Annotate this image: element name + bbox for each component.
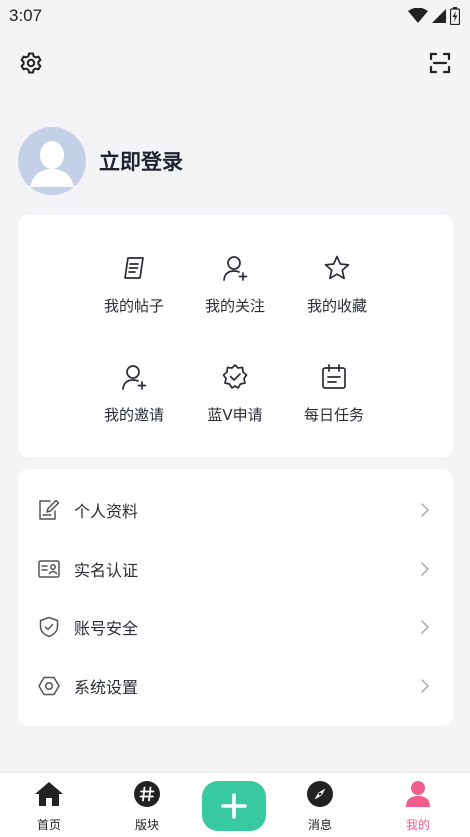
default-avatar-icon[interactable] <box>18 127 86 195</box>
top-actions <box>0 48 470 80</box>
hex-settings-icon <box>38 676 60 696</box>
shield-check-icon <box>39 616 59 638</box>
grid-item-my-posts[interactable]: 我的帖子 <box>84 253 184 316</box>
chevron-right-icon <box>421 679 430 693</box>
grid-item-my-follows[interactable]: 我的关注 <box>185 253 285 316</box>
battery-icon <box>450 7 460 25</box>
calendar-icon <box>322 364 346 389</box>
create-post-button[interactable] <box>202 781 266 831</box>
grid-label: 我的帖子 <box>103 297 164 315</box>
menu-item-system-settings[interactable]: 系统设置 <box>18 657 453 715</box>
wifi-icon <box>408 8 428 23</box>
menu-item-account-security[interactable]: 账号安全 <box>18 598 453 656</box>
chevron-right-icon <box>421 503 430 517</box>
edit-profile-icon <box>39 499 60 520</box>
star-icon <box>324 255 350 280</box>
menu-list-card: 个人资料 实名认证 账号安全 系统设置 <box>18 469 453 726</box>
chevron-right-icon <box>421 620 430 634</box>
tab-label: 版块 <box>134 818 159 832</box>
grid-label: 我的收藏 <box>306 297 367 315</box>
status-bar: 3:07 <box>0 0 470 32</box>
gear-icon[interactable] <box>16 48 46 78</box>
tab-label: 我的 <box>405 818 430 832</box>
bottom-tab-bar: 首页 版块 消息 我的 <box>0 772 470 837</box>
quick-actions-card: 我的帖子 我的关注 我的收藏 我的邀请 蓝V申请 每日任务 <box>18 215 453 457</box>
grid-label: 每日任务 <box>303 406 364 424</box>
grid-label: 蓝V申请 <box>207 406 263 424</box>
grid-label: 我的邀请 <box>103 406 164 424</box>
tab-home[interactable]: 首页 <box>19 779 79 833</box>
follow-user-icon <box>223 256 248 281</box>
signal-icon <box>432 9 446 23</box>
compass-icon <box>307 781 333 807</box>
person-icon <box>406 781 430 807</box>
menu-item-label: 账号安全 <box>74 619 139 638</box>
chevron-right-icon <box>421 562 430 576</box>
hashtag-icon <box>134 781 160 807</box>
plus-icon <box>221 793 247 819</box>
posts-icon <box>124 257 144 279</box>
tab-boards[interactable]: 版块 <box>117 779 177 833</box>
tab-mine[interactable]: 我的 <box>388 779 448 833</box>
status-time: 3:07 <box>9 6 43 25</box>
grid-label: 我的关注 <box>204 297 265 315</box>
scan-icon[interactable] <box>425 48 455 78</box>
menu-item-label: 系统设置 <box>74 678 139 697</box>
profile-header[interactable]: 立即登录 <box>18 126 183 196</box>
grid-item-my-invites[interactable]: 我的邀请 <box>84 362 184 425</box>
grid-item-blue-v-apply[interactable]: 蓝V申请 <box>185 362 285 425</box>
menu-item-verification[interactable]: 实名认证 <box>18 540 453 598</box>
id-card-icon <box>38 560 60 578</box>
menu-item-label: 个人资料 <box>74 502 139 521</box>
login-link[interactable]: 立即登录 <box>99 146 183 176</box>
home-icon <box>35 782 63 806</box>
tab-label: 首页 <box>36 818 61 832</box>
menu-item-label: 实名认证 <box>74 561 139 580</box>
tab-label: 消息 <box>307 818 332 832</box>
grid-item-daily-tasks[interactable]: 每日任务 <box>284 362 384 425</box>
invite-user-icon <box>122 365 147 390</box>
verified-badge-icon <box>222 364 248 389</box>
tab-messages[interactable]: 消息 <box>290 779 350 833</box>
menu-item-profile[interactable]: 个人资料 <box>18 481 453 539</box>
grid-item-my-favorites[interactable]: 我的收藏 <box>287 253 387 316</box>
status-icons <box>408 7 460 25</box>
